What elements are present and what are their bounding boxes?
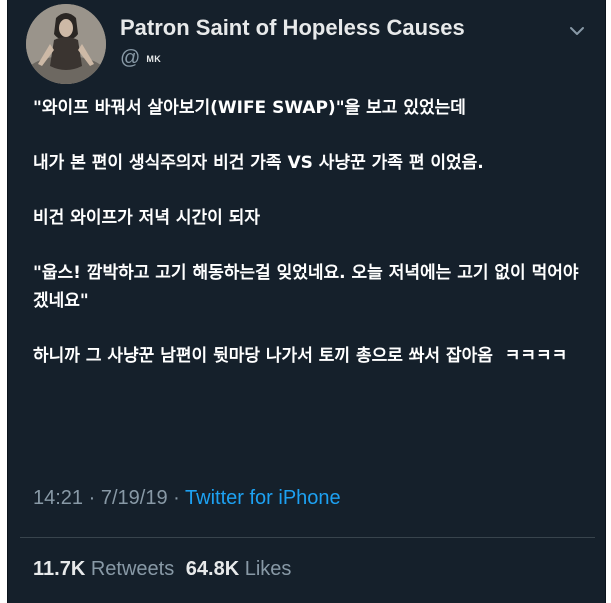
tweet-paragraph: "웁스! 깜박하고 고기 해동하는걸 잊었네요. 오늘 저녁에는 고기 없이 먹… bbox=[33, 263, 579, 311]
tweet-meta: 14:21 · 7/19/19 · Twitter for iPhone bbox=[33, 487, 341, 510]
profile-avatar[interactable] bbox=[26, 4, 106, 84]
divider bbox=[20, 537, 595, 538]
tweet-stats: 11.7K Retweets 64.8K Likes bbox=[33, 558, 291, 581]
tweet-text: "와이프 바꿔서 살아보기(WIFE SWAP)"을 보고 있었는데 내가 본 … bbox=[33, 94, 593, 397]
avatar-photo bbox=[26, 4, 106, 84]
retweets-stat[interactable]: 11.7K Retweets bbox=[33, 558, 180, 580]
handle-text: MK bbox=[146, 53, 162, 64]
chevron-down-icon[interactable] bbox=[568, 22, 586, 40]
meta-separator: · bbox=[173, 487, 180, 509]
likes-stat[interactable]: 64.8K Likes bbox=[186, 558, 292, 580]
tweet-paragraph: "와이프 바꿔서 살아보기(WIFE SWAP)"을 보고 있었는데 bbox=[33, 98, 466, 118]
tweet-time[interactable]: 14:21 bbox=[33, 487, 83, 509]
tweet-date[interactable]: 7/19/19 bbox=[101, 487, 168, 509]
author-name[interactable]: Patron Saint of Hopeless Causes bbox=[120, 15, 465, 41]
likes-count: 64.8K bbox=[185, 558, 240, 580]
tweet-source-link[interactable]: Twitter for iPhone bbox=[185, 487, 341, 509]
retweets-label: Retweets bbox=[90, 558, 175, 580]
retweets-count: 11.7K bbox=[33, 558, 86, 580]
tweet-card: Patron Saint of Hopeless Causes @ MK "와이… bbox=[7, 0, 606, 603]
author-handle[interactable]: @ MK bbox=[120, 47, 161, 70]
tweet-paragraph: 내가 본 편이 생식주의자 비건 가족 VS 사냥꾼 가족 편 이었음. bbox=[33, 153, 484, 173]
tweet-paragraph: 하니까 그 사냥꾼 남편이 뒷마당 나가서 토끼 총으로 쏴서 잡아옴 ㅋㅋㅋㅋ bbox=[33, 346, 568, 366]
likes-label: Likes bbox=[244, 558, 292, 580]
meta-separator: · bbox=[88, 487, 96, 509]
tweet-paragraph: 비건 와이프가 저녁 시간이 되자 bbox=[33, 208, 260, 228]
handle-at-sign: @ bbox=[120, 47, 141, 69]
